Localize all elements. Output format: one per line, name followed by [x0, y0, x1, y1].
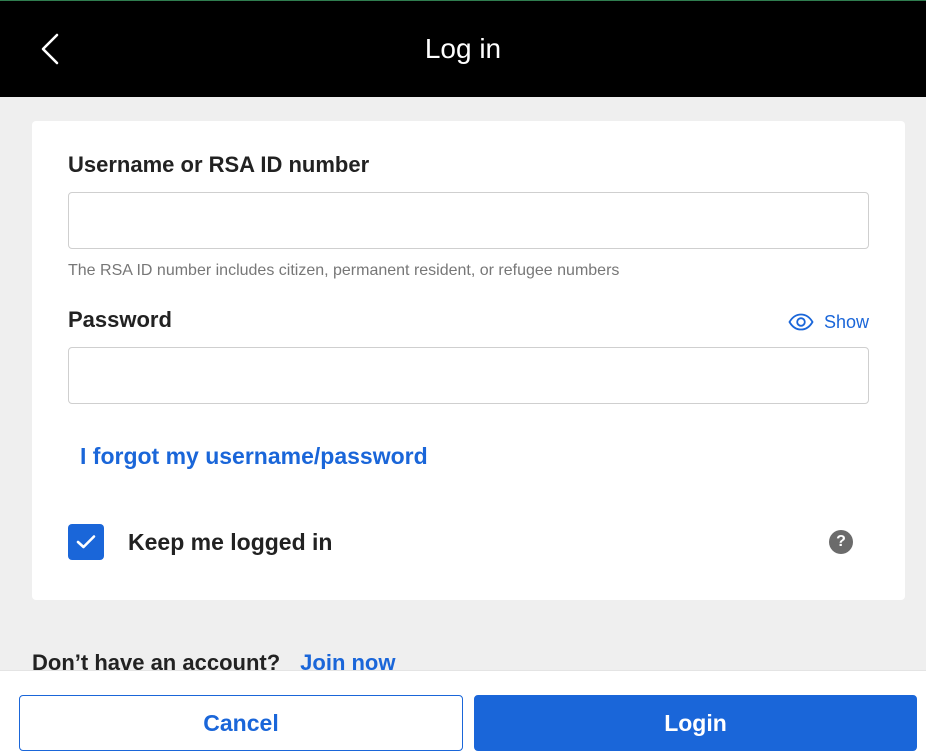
keep-logged-in-checkbox[interactable] [68, 524, 104, 560]
password-input[interactable] [68, 347, 869, 404]
eye-icon [788, 313, 814, 331]
cancel-button[interactable]: Cancel [19, 695, 463, 751]
show-password-label: Show [823, 312, 869, 332]
show-password-toggle[interactable]: Show [788, 310, 869, 334]
login-card: Username or RSA ID number The RSA ID num… [32, 121, 905, 600]
username-hint: The RSA ID number includes citizen, perm… [68, 262, 620, 279]
question-icon[interactable]: ? [829, 530, 853, 554]
login-page: Log in Username or RSA ID number The RSA… [0, 0, 926, 753]
app-header: Log in [0, 1, 926, 97]
forgot-credentials-link[interactable]: I forgot my username/password [80, 441, 428, 471]
username-label: Username or RSA ID number [68, 152, 370, 177]
action-footer: Cancel Login [0, 670, 926, 753]
keep-logged-in-label: Keep me logged in [128, 529, 333, 555]
login-button[interactable]: Login [474, 695, 917, 751]
checkmark-icon [76, 535, 96, 549]
page-title: Log in [424, 33, 502, 64]
password-label: Password [68, 307, 172, 332]
username-input[interactable] [68, 192, 869, 249]
